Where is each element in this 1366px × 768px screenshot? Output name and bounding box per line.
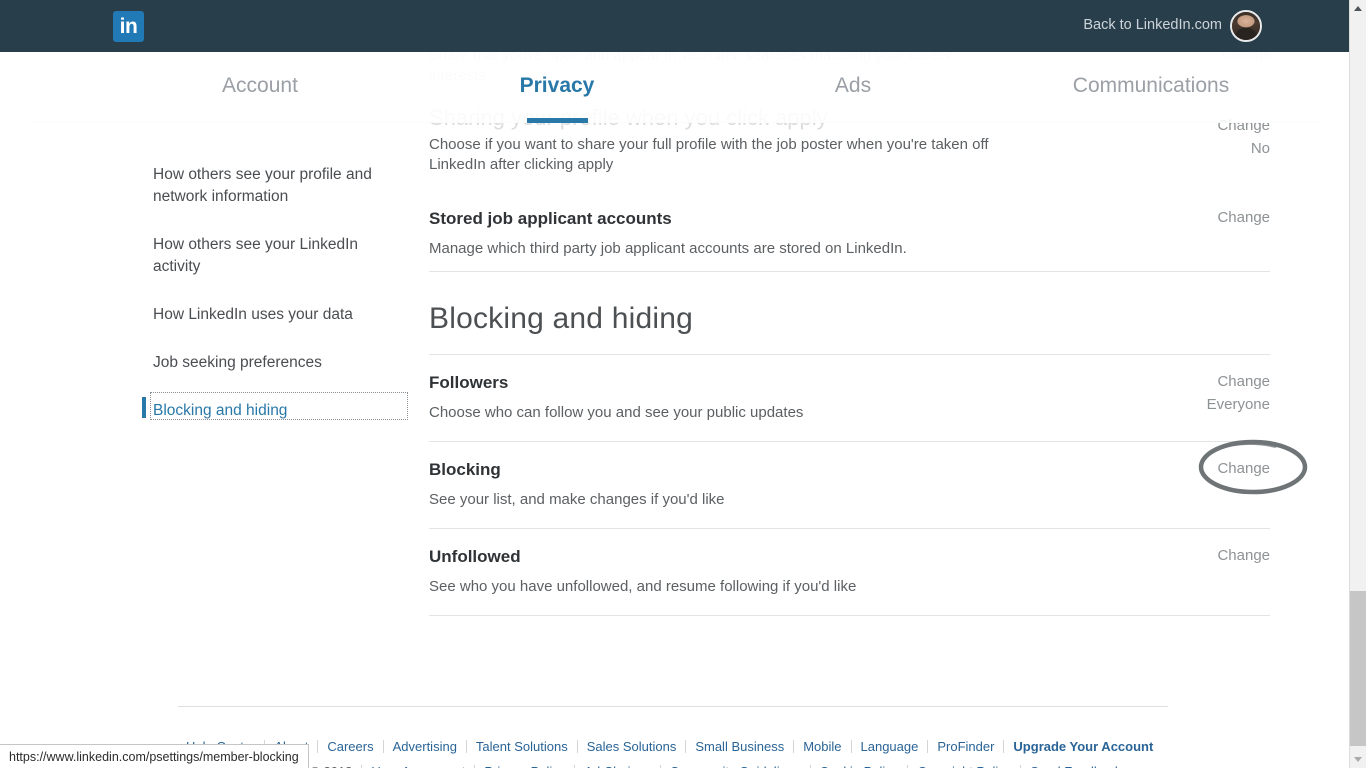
footer-links-row-1: Help CenterAboutCareersAdvertisingTalent… — [186, 738, 1196, 756]
footer-link-small-business[interactable]: Small Business — [695, 739, 784, 754]
tab-account[interactable]: Account — [180, 74, 340, 98]
footer-link-talent-solutions[interactable]: Talent Solutions — [476, 739, 568, 754]
scrollbar-thumb[interactable] — [1350, 591, 1366, 746]
settings-page-body: Choose if you want to share your full pr… — [0, 117, 1349, 768]
row-divider — [429, 615, 1270, 616]
footer-link-advertising[interactable]: Advertising — [393, 739, 457, 754]
sidebar-item-profile-network[interactable]: How others see your profile and network … — [144, 157, 410, 215]
footer-link-sales-solutions[interactable]: Sales Solutions — [587, 739, 677, 754]
footer-links-row-2: LinkedIn Corporation © 2018User Agreemen… — [186, 763, 1196, 768]
back-to-linkedin-link[interactable]: Back to LinkedIn.com — [1083, 17, 1222, 33]
tab-ads[interactable]: Ads — [773, 74, 933, 98]
footer-link-upgrade-your-account[interactable]: Upgrade Your Account — [1013, 739, 1153, 754]
status-bar-url: https://www.linkedin.com/psettings/membe… — [0, 744, 309, 768]
sidebar-item-uses-your-data[interactable]: How LinkedIn uses your data — [144, 297, 410, 333]
separator — [382, 740, 384, 753]
settings-tabs: Account Privacy Ads Communications — [0, 52, 1349, 123]
separator — [793, 740, 795, 753]
scroll-up-button[interactable] — [1350, 0, 1366, 17]
global-header: in Back to LinkedIn.com — [0, 0, 1349, 52]
tab-privacy[interactable]: Privacy — [477, 74, 637, 98]
footer-link-profinder[interactable]: ProFinder — [937, 739, 994, 754]
blocking-description: See your list, and make changes if you'd… — [429, 491, 725, 508]
chevron-up-icon — [1354, 6, 1362, 11]
footer-divider — [178, 706, 1168, 707]
separator — [685, 740, 687, 753]
active-tab-indicator — [527, 118, 588, 123]
footer-link-language[interactable]: Language — [861, 739, 919, 754]
followers-row: Followers Choose who can follow you and … — [429, 355, 1270, 441]
settings-main-column: Stored job applicant accounts Manage whi… — [429, 123, 1270, 616]
avatar-image — [1232, 12, 1260, 40]
avatar[interactable] — [1230, 10, 1262, 42]
separator — [850, 740, 852, 753]
unfollowed-title: Unfollowed — [429, 547, 521, 566]
row-divider — [429, 271, 1270, 272]
chevron-down-icon — [1354, 757, 1362, 762]
blocking-row: Blocking See your list, and make changes… — [429, 442, 1270, 528]
linkedin-logo-text: in — [119, 15, 138, 38]
footer-link-cookie-policy[interactable]: Cookie Policy — [820, 764, 899, 768]
sidebar-item-label: How LinkedIn uses your data — [153, 306, 353, 323]
stored-accounts-actions: Change — [1150, 207, 1270, 229]
scrollbar-track[interactable] — [1350, 17, 1366, 591]
blocking-title: Blocking — [429, 460, 501, 479]
separator — [927, 740, 929, 753]
sidebar-item-label: Blocking and hiding — [153, 402, 288, 419]
separator — [576, 740, 578, 753]
separator — [317, 740, 319, 753]
sidebar-item-job-seeking-preferences[interactable]: Job seeking preferences — [144, 345, 410, 381]
unfollowed-description: See who you have unfollowed, and resume … — [429, 578, 857, 595]
separator — [465, 740, 467, 753]
unfollowed-actions: Change — [1150, 545, 1270, 567]
sidebar-item-label: Job seeking preferences — [153, 354, 322, 371]
tab-communications[interactable]: Communications — [1071, 74, 1231, 98]
settings-sidebar: How others see your profile and network … — [142, 157, 410, 441]
sidebar-item-label: How others see your LinkedIn activity — [153, 236, 359, 275]
stored-job-applicant-accounts-row: Stored job applicant accounts Manage whi… — [429, 207, 1270, 259]
blocking-change-link[interactable]: Change — [1150, 458, 1270, 480]
followers-value: Everyone — [1206, 396, 1270, 413]
footer-link-copyright-policy[interactable]: Copyright Policy — [917, 764, 1011, 768]
separator — [1003, 740, 1005, 753]
blocking-actions: Change — [1150, 458, 1270, 480]
stored-accounts-change-link[interactable]: Change — [1150, 207, 1270, 229]
settings-subnav: Account Privacy Ads Communications — [0, 52, 1349, 123]
unfollowed-change-link[interactable]: Change — [1150, 545, 1270, 567]
unfollowed-row: Unfollowed See who you have unfollowed, … — [429, 529, 1270, 615]
footer-link-send-feedback[interactable]: Send Feedback — [1030, 764, 1121, 768]
footer-link-community-guidelines[interactable]: Community Guidelines — [670, 764, 801, 768]
vertical-scrollbar[interactable] — [1349, 0, 1366, 768]
active-item-marker — [142, 397, 146, 418]
footer-link-privacy-policy[interactable]: Privacy Policy — [484, 764, 565, 768]
followers-title: Followers — [429, 373, 509, 392]
browser-viewport: Share that you're open and appear in 're… — [0, 0, 1366, 768]
footer-link-ad-choices[interactable]: Ad Choices — [584, 764, 650, 768]
sidebar-item-linkedin-activity[interactable]: How others see your LinkedIn activity — [144, 227, 410, 285]
followers-description: Choose who can follow you and see your p… — [429, 404, 804, 421]
stored-accounts-title: Stored job applicant accounts — [429, 209, 672, 228]
linkedin-logo-icon[interactable]: in — [113, 11, 144, 42]
footer-link-careers[interactable]: Careers — [327, 739, 373, 754]
followers-actions: Change Everyone — [1150, 371, 1270, 417]
scroll-down-button[interactable] — [1350, 751, 1366, 768]
footer-link-mobile[interactable]: Mobile — [803, 739, 841, 754]
sidebar-item-label: How others see your profile and network … — [153, 166, 372, 205]
followers-change-link[interactable]: Change — [1150, 371, 1270, 393]
stored-accounts-description: Manage which third party job applicant a… — [429, 240, 907, 257]
sidebar-item-blocking-and-hiding[interactable]: Blocking and hiding — [142, 392, 410, 429]
footer-link-user-agreement[interactable]: User Agreement — [371, 764, 465, 768]
